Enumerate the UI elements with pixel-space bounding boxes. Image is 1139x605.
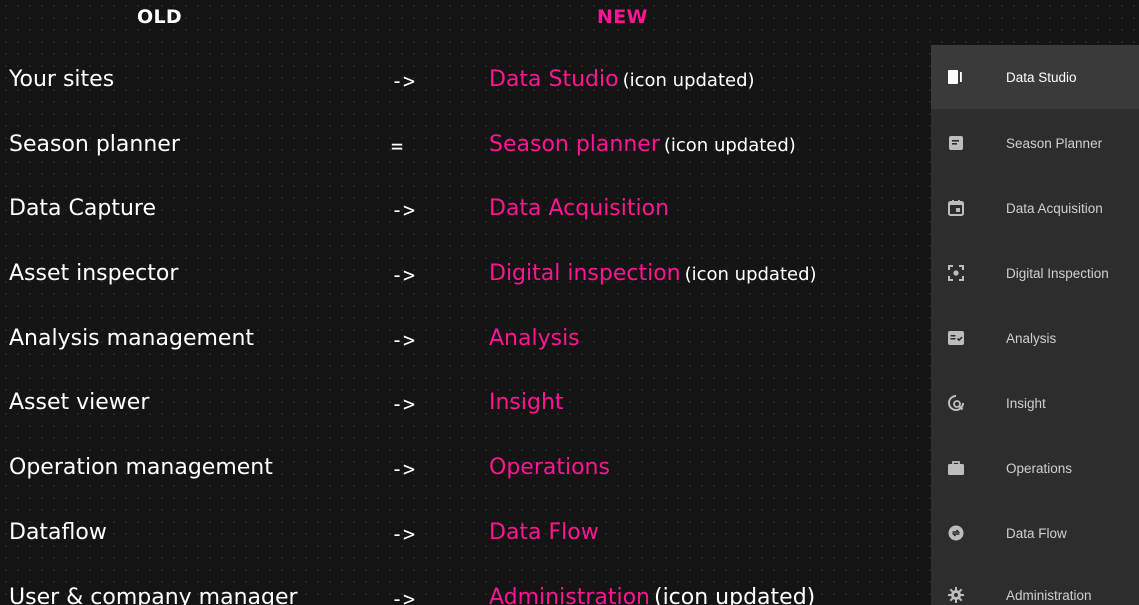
note: (icon updated) — [663, 134, 796, 156]
mapping-table: Your sites -> Data Studio (icon updated) … — [0, 52, 930, 605]
new-name-wrap: Data Studio (icon updated) — [489, 67, 755, 92]
old-name: Operation management — [9, 455, 273, 481]
old-name: Season planner — [9, 131, 180, 157]
sidebar-item-analysis[interactable]: Analysis — [931, 306, 1139, 370]
sidebar-item-operations[interactable]: Operations — [931, 436, 1139, 500]
mapping-row: Asset inspector -> Digital inspection (ic… — [0, 246, 930, 311]
new-name: Insight — [489, 390, 564, 416]
old-name: Dataflow — [9, 519, 107, 545]
mapping-symbol: = — [391, 133, 404, 158]
mapping-row: Dataflow -> Data Flow — [0, 505, 930, 570]
sidebar-item-digital-inspection[interactable]: Digital Inspection — [931, 241, 1139, 305]
mapping-row: User & company manager -> Administration… — [0, 570, 930, 605]
sidebar-item-label: Data Acquisition — [1006, 200, 1103, 216]
analysis-icon — [947, 329, 965, 347]
mapping-symbol: -> — [391, 521, 416, 546]
sidebar-item-data-flow[interactable]: Data Flow — [931, 501, 1139, 565]
inspection-icon — [947, 264, 965, 282]
new-name-wrap: Data Flow — [489, 520, 599, 545]
sidebar-item-insight[interactable]: Insight — [931, 371, 1139, 435]
sidebar-item-label: Data Flow — [1006, 525, 1067, 541]
new-column-header: NEW — [597, 6, 648, 28]
data-flow-icon — [947, 524, 965, 542]
sidebar-item-data-studio[interactable]: Data Studio — [931, 45, 1139, 109]
mapping-row: Your sites -> Data Studio (icon updated) — [0, 52, 930, 117]
old-name: Asset inspector — [9, 261, 179, 287]
new-name-wrap: Insight — [489, 390, 564, 415]
old-name: Asset viewer — [9, 390, 150, 416]
old-name: Your sites — [9, 67, 115, 92]
note: (icon updated) — [653, 584, 816, 605]
mapping-row: Asset viewer -> Insight — [0, 375, 930, 440]
sidebar-item-label: Administration — [1006, 587, 1092, 603]
mapping-symbol: -> — [391, 457, 416, 482]
new-name-wrap: Data Acquisition — [489, 196, 669, 221]
insight-icon — [947, 394, 965, 412]
new-name: Season planner — [489, 131, 660, 157]
mapping-row: Operation management -> Operations — [0, 440, 930, 505]
new-name: Data Studio — [489, 67, 619, 92]
sidebar-item-label: Operations — [1006, 460, 1073, 476]
new-name: Digital inspection — [489, 261, 681, 287]
old-column-header: OLD — [137, 6, 182, 28]
note: (icon updated) — [622, 70, 755, 91]
season-planner-icon — [947, 134, 965, 152]
sidebar-item-label: Data Studio — [1006, 69, 1077, 85]
sidebar-item-data-acquisition[interactable]: Data Acquisition — [931, 176, 1139, 240]
new-name-wrap: Analysis — [489, 326, 580, 351]
mapping-symbol: -> — [391, 69, 416, 93]
data-studio-icon — [947, 68, 965, 86]
new-name: Administration — [489, 584, 650, 605]
sidebar-item-label: Insight — [1006, 395, 1046, 411]
new-name: Operations — [489, 455, 610, 481]
old-name: Data Capture — [9, 196, 156, 222]
old-name: Analysis management — [9, 325, 255, 351]
new-name: Data Flow — [489, 519, 599, 545]
new-name: Analysis — [489, 325, 580, 351]
mapping-symbol: -> — [391, 263, 416, 288]
gear-icon — [947, 586, 965, 604]
mapping-row: Analysis management -> Analysis — [0, 311, 930, 376]
mapping-symbol: -> — [391, 327, 416, 352]
new-name-wrap: Operations — [489, 455, 610, 480]
mapping-symbol: -> — [391, 586, 416, 605]
mapping-symbol: -> — [391, 198, 416, 223]
sidebar-item-label: Analysis — [1006, 330, 1057, 346]
new-name-wrap: Administration (icon updated) — [489, 585, 815, 605]
mapping-row: Season planner = Season planner (icon upd… — [0, 117, 930, 182]
new-name-wrap: Digital inspection (icon updated) — [489, 261, 817, 286]
calendar-icon — [947, 199, 965, 217]
sidebar-item-label: Digital Inspection — [1006, 265, 1109, 281]
briefcase-icon — [947, 459, 965, 477]
mapping-symbol: -> — [391, 392, 416, 417]
old-name: User & company manager — [9, 584, 298, 605]
sidebar-item-label: Season Planner — [1006, 135, 1103, 151]
navigation-sidebar: Data Studio Season Planner Data Acquisit… — [931, 45, 1139, 605]
sidebar-item-administration[interactable]: Administration — [931, 563, 1139, 605]
new-name-wrap: Season planner (icon updated) — [489, 132, 796, 157]
mapping-row: Data Capture -> Data Acquisition — [0, 181, 930, 246]
new-name: Data Acquisition — [489, 196, 670, 222]
note: (icon updated) — [684, 264, 817, 286]
sidebar-item-season-planner[interactable]: Season Planner — [931, 111, 1139, 175]
